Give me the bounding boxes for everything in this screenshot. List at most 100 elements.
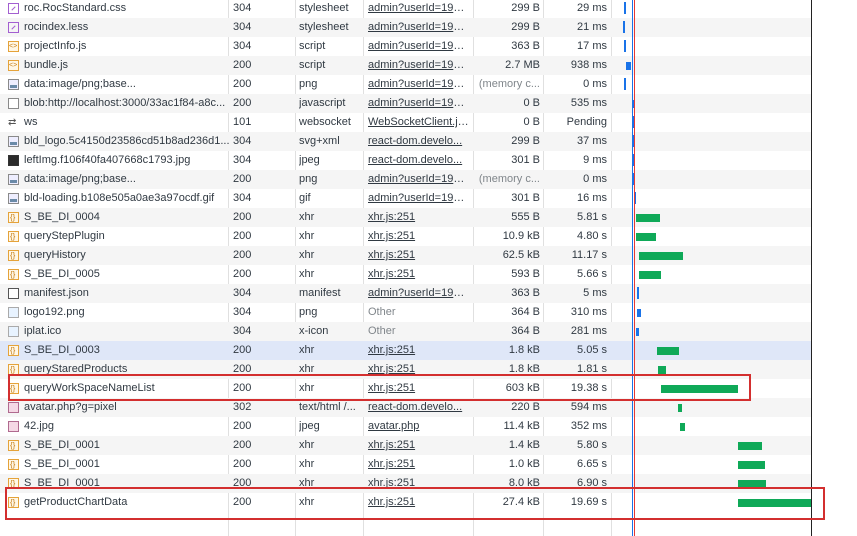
initiator-link[interactable]: xhr.js:251 (368, 436, 470, 455)
request-time: 5.05 s (577, 344, 607, 356)
initiator-link[interactable]: admin?userId=1950... (368, 94, 470, 113)
transfer-size: 301 B (511, 192, 540, 204)
transfer-size: 299 B (511, 21, 540, 33)
request-row[interactable]: S_BE_DI_0004200 xhr xhr.js:251 555 B 5.81 s (0, 208, 812, 227)
transfer-size: (memory c... (478, 78, 540, 90)
request-row[interactable]: roc.RocStandard.css 304 stylesheet admin?us… (0, 0, 812, 18)
status-code: 200 (233, 249, 252, 261)
initiator-link[interactable]: admin?userId=1950... (368, 0, 470, 18)
waterfall-bar (636, 233, 656, 241)
request-row[interactable]: manifest.json 304 manifest admin?userId=195… (0, 284, 812, 303)
request-name[interactable]: logo192.png (8, 303, 238, 322)
transfer-size: 364 B (511, 325, 540, 337)
request-type: stylesheet (299, 2, 349, 14)
status-code: 200 (233, 439, 252, 451)
request-row[interactable]: queryStepPlugin200 xhr xhr.js:251 10.9 kB 4.… (0, 227, 812, 246)
request-row[interactable]: S_BE_DI_0005200 xhr xhr.js:251 593 B 5.66 s (0, 265, 812, 284)
request-name[interactable]: data:image/png;base... (8, 75, 238, 94)
request-time: 21 ms (577, 21, 607, 33)
request-row[interactable]: data:image/png;base... 200 png admin?userId… (0, 170, 812, 189)
initiator-link[interactable]: xhr.js:251 (368, 208, 470, 227)
request-type: png (299, 306, 318, 318)
initiator-link[interactable]: react-dom.develo... (368, 132, 470, 151)
request-row[interactable]: S_BE_DI_0001200 xhr xhr.js:251 1.4 kB 5.80 s (0, 436, 812, 455)
initiator-link: Other (368, 306, 396, 318)
initiator-link[interactable]: xhr.js:251 (368, 246, 470, 265)
transfer-size: 593 B (511, 268, 540, 280)
request-time: Pending (566, 116, 607, 128)
request-name[interactable]: S_BE_DI_0001 (8, 436, 238, 455)
transfer-size: 363 B (511, 287, 540, 299)
request-type: png (299, 173, 318, 185)
request-row[interactable]: S_BE_DI_0003200 xhr xhr.js:251 1.8 kB 5.05 s (0, 341, 812, 360)
initiator-link[interactable]: admin?userId=1950... (368, 18, 470, 37)
request-name[interactable]: bundle.js (8, 56, 238, 75)
initiator-link[interactable]: xhr.js:251 (368, 455, 470, 474)
request-time: 37 ms (577, 135, 607, 147)
request-name[interactable]: leftImg.f106f40fa407668c1793.jpg (8, 151, 238, 170)
request-name[interactable]: S_BE_DI_0003 (8, 341, 238, 360)
request-name[interactable]: blob:http://localhost:3000/33ac1f84-a8c.… (8, 94, 238, 113)
initiator-link[interactable]: admin?userId=1950... (368, 189, 470, 208)
initiator-link[interactable]: admin?userId=1950... (368, 37, 470, 56)
initiator-link[interactable]: xhr.js:251 (368, 265, 470, 284)
request-type: xhr (299, 268, 315, 280)
request-name[interactable]: S_BE_DI_0001 (8, 455, 238, 474)
highlight-box (8, 374, 751, 401)
request-name[interactable]: manifest.json (8, 284, 238, 303)
initiator-link: Other (368, 325, 396, 337)
initiator-link[interactable]: react-dom.develo... (368, 151, 470, 170)
request-row[interactable]: S_BE_DI_0001200 xhr xhr.js:251 1.0 kB 6.65 s (0, 455, 812, 474)
request-time: 281 ms (570, 325, 607, 337)
request-name[interactable]: queryHistory (8, 246, 238, 265)
request-name[interactable]: bld-loading.b108e505a0ae3a97ocdf.gif (8, 189, 238, 208)
request-row[interactable]: bld_logo.5c4150d23586cd51b8ad236d1... 304… (0, 132, 812, 151)
request-row[interactable]: ws101 websocket WebSocketClient.js:... 0 B P… (0, 113, 812, 132)
request-name[interactable]: queryStepPlugin (8, 227, 238, 246)
request-row[interactable]: leftImg.f106f40fa407668c1793.jpg 304 jpeg r… (0, 151, 812, 170)
status-code: 200 (233, 173, 252, 185)
request-name[interactable]: 42.jpg (8, 417, 238, 436)
request-row[interactable]: data:image/png;base... 200 png admin?userId… (0, 75, 812, 94)
transfer-size: 301 B (511, 154, 540, 166)
initiator-link[interactable]: admin?userId=1950... (368, 170, 470, 189)
request-name[interactable]: rocindex.less (8, 18, 238, 37)
initiator-link[interactable]: avatar.php (368, 417, 470, 436)
request-type: javascript (299, 97, 346, 109)
status-code: 304 (233, 40, 252, 52)
request-name[interactable]: S_BE_DI_0005 (8, 265, 238, 284)
request-type: websocket (299, 116, 351, 128)
request-type: manifest (299, 287, 341, 299)
request-name[interactable]: S_BE_DI_0004 (8, 208, 238, 227)
network-request-table: roc.RocStandard.css 304 stylesheet admin?us… (0, 0, 812, 536)
waterfall-bar (623, 21, 625, 33)
request-row[interactable]: projectInfo.js304 script admin?userId=1950… (0, 37, 812, 56)
request-name[interactable]: iplat.ico (8, 322, 238, 341)
request-row[interactable]: logo192.png 304 png Other 364 B 310 ms (0, 303, 812, 322)
initiator-link[interactable]: admin?userId=1950... (368, 284, 470, 303)
request-time: 0 ms (583, 173, 607, 185)
waterfall-bar (738, 442, 762, 450)
initiator-link[interactable]: xhr.js:251 (368, 341, 470, 360)
request-time: 9 ms (583, 154, 607, 166)
transfer-size: 0 B (523, 97, 540, 109)
initiator-link[interactable]: admin?userId=1950... (368, 75, 470, 94)
initiator-link[interactable]: admin?userId=1950... (368, 56, 470, 75)
request-name[interactable]: ws (8, 113, 238, 132)
request-row[interactable]: queryHistory200 xhr xhr.js:251 62.5 kB 11.17… (0, 246, 812, 265)
transfer-size: 555 B (511, 211, 540, 223)
request-row[interactable]: iplat.ico 304 x-icon Other 364 B 281 ms (0, 322, 812, 341)
request-time: 938 ms (570, 59, 607, 71)
request-row[interactable]: rocindex.less 304 stylesheet admin?userId=1… (0, 18, 812, 37)
transfer-size: 299 B (511, 2, 540, 14)
request-row[interactable]: bld-loading.b108e505a0ae3a97ocdf.gif 304 g… (0, 189, 812, 208)
request-row[interactable]: bundle.js200 script admin?userId=1950... 2.… (0, 56, 812, 75)
request-name[interactable]: data:image/png;base... (8, 170, 238, 189)
request-row[interactable]: blob:http://localhost:3000/33ac1f84-a8c.… (0, 94, 812, 113)
request-name[interactable]: projectInfo.js (8, 37, 238, 56)
request-row[interactable]: 42.jpg 200 jpeg avatar.php 11.4 kB 352 ms (0, 417, 812, 436)
initiator-link[interactable]: xhr.js:251 (368, 227, 470, 246)
initiator-link[interactable]: WebSocketClient.js:... (368, 113, 470, 132)
request-name[interactable]: roc.RocStandard.css (8, 0, 238, 18)
request-name[interactable]: bld_logo.5c4150d23586cd51b8ad236d1... (8, 132, 238, 151)
